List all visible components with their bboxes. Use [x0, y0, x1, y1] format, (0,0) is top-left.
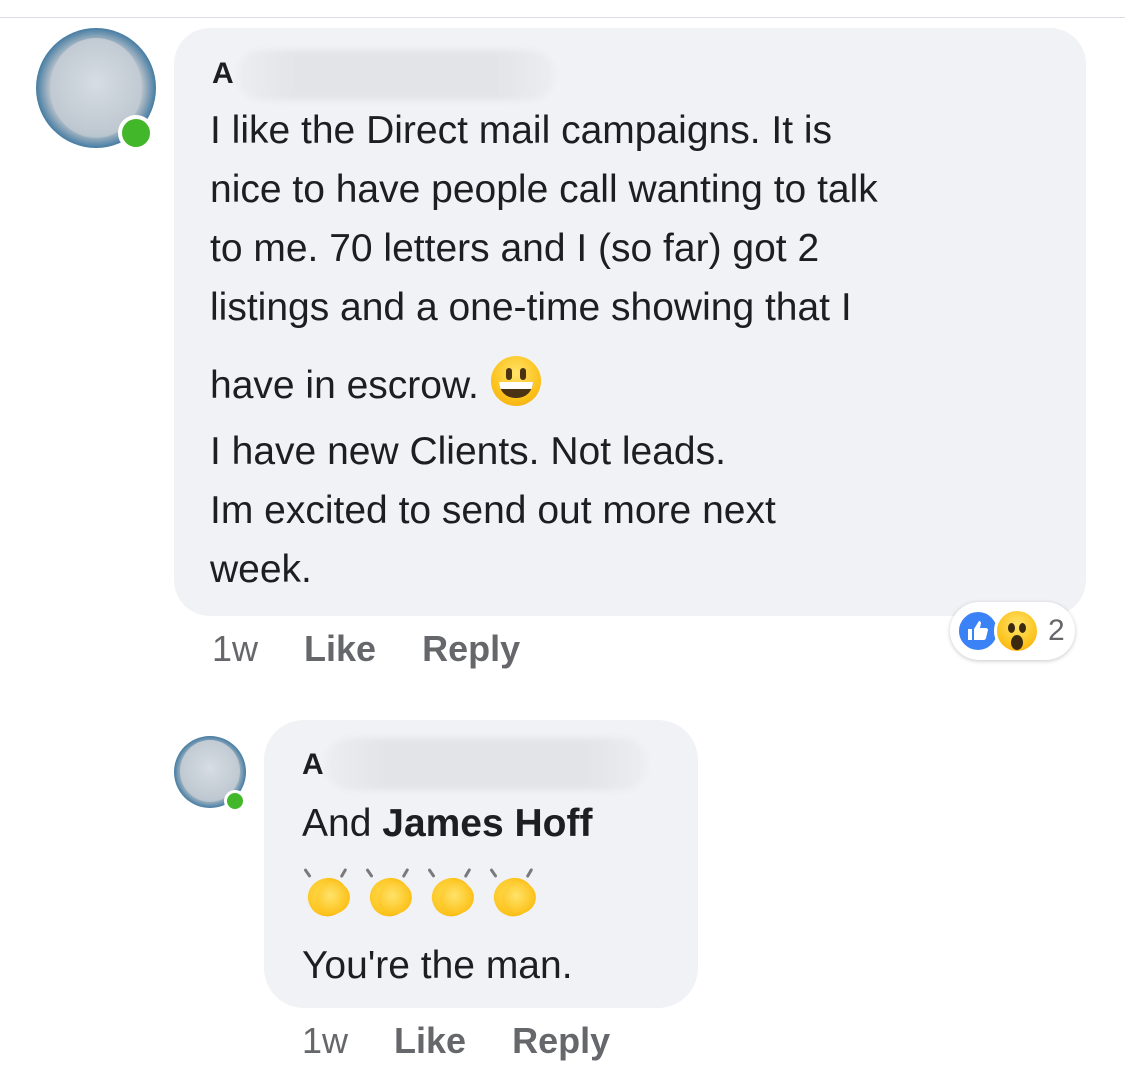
online-status-indicator [118, 115, 154, 151]
comment-actions: 1w Like Reply [212, 628, 520, 670]
like-button[interactable]: Like [304, 628, 376, 669]
reply-actions: 1w Like Reply [302, 1020, 610, 1062]
comment-timestamp[interactable]: 1w [212, 628, 258, 669]
comment-text-line: nice to have people call wanting to talk [210, 168, 878, 211]
top-divider [0, 17, 1125, 18]
comment-text-line: week. [210, 548, 312, 591]
comment-text-line: Im excited to send out more next [210, 489, 776, 532]
redacted-author-name [326, 738, 646, 790]
comment-text-line: to me. 70 letters and I (so far) got 2 [210, 227, 820, 270]
redacted-author-name [238, 50, 554, 100]
comment-text-line: I have new Clients. Not leads. [210, 430, 726, 473]
online-status-indicator [224, 790, 246, 812]
reply-button[interactable]: Reply [512, 1020, 610, 1061]
reaction-summary[interactable]: 2 [950, 602, 1075, 660]
reply-author-name[interactable]: A [302, 748, 324, 782]
grinning-face-icon [490, 356, 541, 406]
wow-icon [994, 608, 1040, 654]
reply-button[interactable]: Reply [422, 628, 520, 669]
emoji-row [301, 867, 541, 924]
like-button[interactable]: Like [394, 1020, 466, 1061]
reply-closing-text: You're the man. [302, 944, 573, 987]
clapping-hands-icon [425, 867, 479, 924]
clapping-hands-icon [301, 867, 355, 924]
clapping-hands-icon [487, 867, 541, 924]
comment-text-line: have in escrow. [210, 364, 479, 407]
comment-author-name[interactable]: A [212, 57, 234, 91]
reply-mention-line: And James Hoff [302, 794, 592, 853]
reply-lead-text: And [302, 802, 372, 845]
reaction-count: 2 [1048, 614, 1065, 647]
comment-text-line-with-emoji: have in escrow. [210, 356, 541, 415]
clapping-hands-icon [363, 867, 417, 924]
mentioned-user-link[interactable]: James Hoff [382, 802, 592, 845]
comment-text-line: I like the Direct mail campaigns. It is [210, 109, 833, 152]
reply-timestamp[interactable]: 1w [302, 1020, 348, 1061]
comment-text-line: listings and a one-time showing that I [210, 286, 852, 329]
